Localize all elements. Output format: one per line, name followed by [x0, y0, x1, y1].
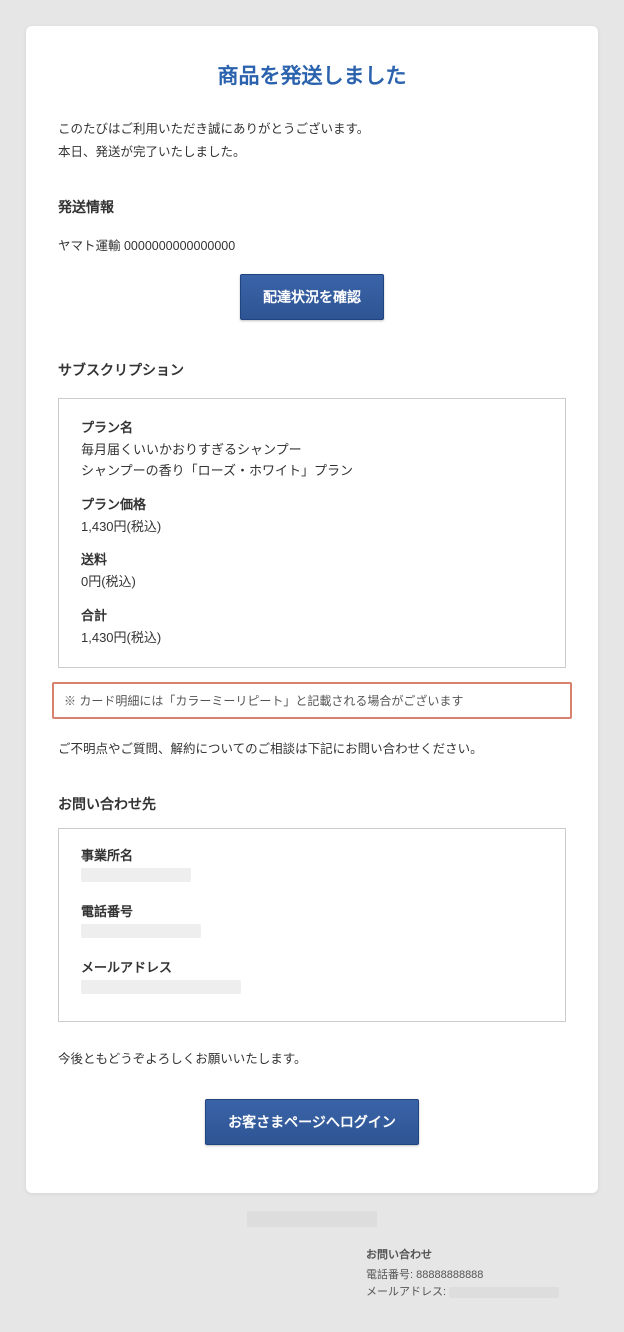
subscription-box: プラン名 毎月届くいいかおりすぎるシャンプー シャンプーの香り「ローズ・ホワイト…: [58, 398, 566, 668]
footer-email-redacted: [449, 1287, 559, 1298]
shipping-heading: 発送情報: [58, 197, 566, 217]
intro-line-1: このたびはご利用いただき誠にありがとうございます。: [58, 118, 566, 141]
total-label: 合計: [81, 605, 543, 624]
email-redacted: [81, 980, 241, 994]
card-statement-notice: ※ カード明細には「カラーミーリピート」と記載される場合がございます: [52, 682, 572, 719]
plan-price-value: 1,430円(税込): [81, 517, 543, 538]
phone-label: 電話番号: [81, 901, 543, 920]
total-value: 1,430円(税込): [81, 628, 543, 649]
footer-contact-heading: お問い合わせ: [366, 1247, 598, 1265]
total-field: 合計 1,430円(税込): [81, 605, 543, 649]
shipping-info: ヤマト運輸 0000000000000000: [58, 235, 566, 254]
page-title: 商品を発送しました: [58, 60, 566, 90]
track-delivery-button[interactable]: 配達状況を確認: [240, 274, 384, 320]
plan-price-label: プラン価格: [81, 494, 543, 513]
plan-price-field: プラン価格 1,430円(税込): [81, 494, 543, 538]
footer-email: メールアドレス:: [366, 1284, 598, 1302]
shipping-fee-value: 0円(税込): [81, 572, 543, 593]
footer-phone: 電話番号: 88888888888: [366, 1267, 598, 1285]
subscription-heading: サブスクリプション: [58, 360, 566, 380]
plan-name-field: プラン名 毎月届くいいかおりすぎるシャンプー シャンプーの香り「ローズ・ホワイト…: [81, 417, 543, 482]
shipping-fee-field: 送料 0円(税込): [81, 549, 543, 593]
contact-heading: お問い合わせ先: [58, 794, 566, 814]
company-name-label: 事業所名: [81, 845, 543, 864]
support-note: ご不明点やご質問、解約についてのご相談は下記にお問い合わせください。: [58, 739, 566, 760]
track-button-wrap: 配達状況を確認: [58, 274, 566, 320]
footer-contact: お問い合わせ 電話番号: 88888888888 メールアドレス:: [366, 1247, 598, 1302]
email-label: メールアドレス: [81, 957, 543, 976]
login-button-wrap: お客さまページへログイン: [58, 1099, 566, 1145]
footer: お問い合わせ 電話番号: 88888888888 メールアドレス:: [26, 1211, 598, 1302]
plan-name-label: プラン名: [81, 417, 543, 436]
login-button[interactable]: お客さまページへログイン: [205, 1099, 419, 1145]
phone-redacted: [81, 924, 201, 938]
plan-name-value-1: 毎月届くいいかおりすぎるシャンプー: [81, 440, 543, 461]
footer-phone-value: 88888888888: [416, 1269, 483, 1281]
footer-logo-redacted: [247, 1211, 377, 1227]
contact-box: 事業所名 電話番号 メールアドレス: [58, 828, 566, 1022]
shipping-fee-label: 送料: [81, 549, 543, 568]
company-name-redacted: [81, 868, 191, 882]
footer-phone-label: 電話番号:: [366, 1269, 416, 1281]
closing-text: 今後ともどうぞよろしくお願いいたします。: [58, 1048, 566, 1067]
notification-card: 商品を発送しました このたびはご利用いただき誠にありがとうございます。 本日、発…: [26, 26, 598, 1193]
footer-email-label: メールアドレス:: [366, 1286, 449, 1298]
intro-text: このたびはご利用いただき誠にありがとうございます。 本日、発送が完了いたしました…: [58, 118, 566, 163]
plan-name-value-2: シャンプーの香り「ローズ・ホワイト」プラン: [81, 461, 543, 482]
intro-line-2: 本日、発送が完了いたしました。: [58, 141, 566, 164]
